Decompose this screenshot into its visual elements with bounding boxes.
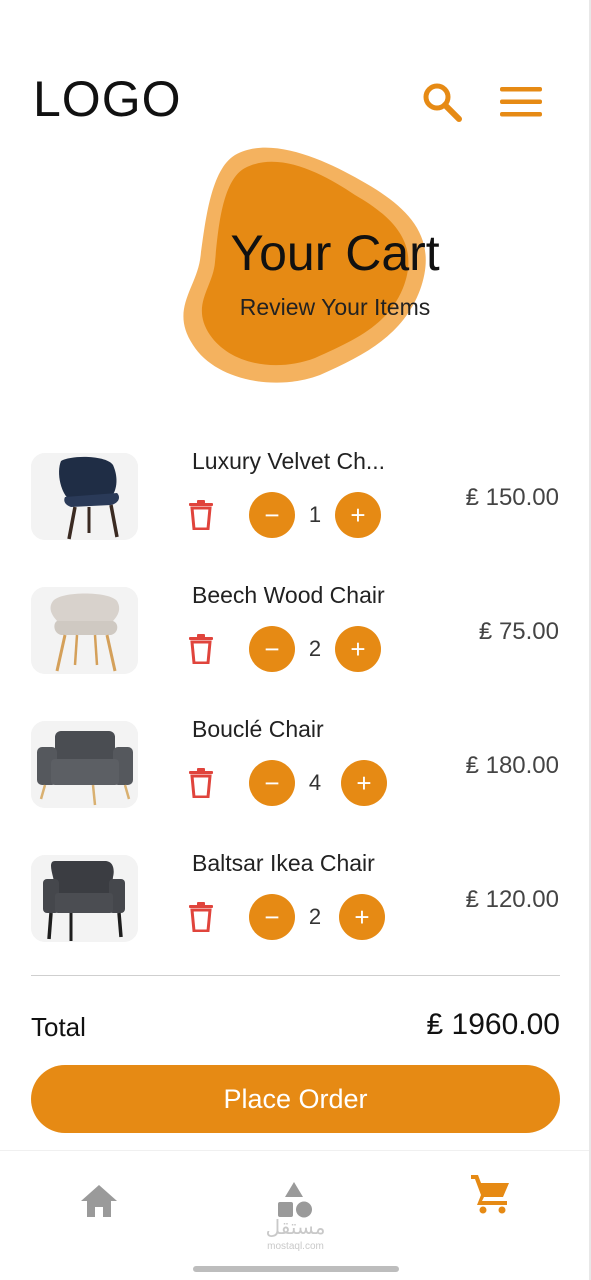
watermark-arabic: مستقل [265,1217,326,1239]
hamburger-menu-icon[interactable] [498,80,542,124]
page-title: Your Cart [230,225,440,281]
increase-quantity-button[interactable]: + [335,626,381,672]
home-icon[interactable] [77,1179,121,1223]
product-image[interactable] [31,721,138,808]
product-price: ₤ 180.00 [465,752,559,779]
grey-armchair-image [31,721,138,808]
decrease-quantity-button[interactable]: − [249,626,295,672]
quantity-value: 2 [308,904,322,929]
cart-item: Luxury Velvet Ch... − 1 + ₤ 150.00 [0,440,591,550]
product-name: Bouclé Chair [192,716,324,742]
search-icon[interactable] [420,80,464,124]
product-price: ₤ 120.00 [465,886,559,913]
total-value: ₤ 1960.00 [426,1008,560,1041]
increase-quantity-button[interactable]: + [341,760,387,806]
product-price: ₤ 150.00 [465,484,559,511]
cart-item: Baltsar Ikea Chair − 2 + ₤ 120.00 [0,842,591,952]
trash-icon[interactable] [188,768,214,798]
product-price: ₤ 75.00 [478,618,559,645]
place-order-button[interactable]: Place Order [31,1065,560,1133]
cart-hero: Your Cart Review Your Items [0,140,591,390]
trash-icon[interactable] [188,500,214,530]
decrease-quantity-button[interactable]: − [249,492,295,538]
trash-icon[interactable] [188,634,214,664]
decrease-quantity-button[interactable]: − [249,894,295,940]
app-header: LOGO [0,0,591,150]
quantity-value: 1 [308,502,322,527]
divider [31,975,560,976]
total-label: Total [31,1012,86,1042]
increase-quantity-button[interactable]: + [335,492,381,538]
decrease-quantity-button[interactable]: − [249,760,295,806]
logo[interactable]: LOGO [33,74,181,124]
home-indicator[interactable] [193,1266,399,1272]
dark-grey-armchair-image [31,855,138,942]
bottom-navigation [0,1150,591,1280]
increase-quantity-button[interactable]: + [339,894,385,940]
cart-item: Bouclé Chair − 4 + ₤ 180.00 [0,708,591,818]
cart-icon[interactable] [469,1171,513,1215]
quantity-value: 4 [308,770,322,795]
product-image[interactable] [31,587,138,674]
product-image[interactable] [31,855,138,942]
quantity-value: 2 [308,636,322,661]
navy-velvet-chair-image [31,453,138,540]
product-name: Beech Wood Chair [192,582,385,608]
trash-icon[interactable] [188,902,214,932]
beige-beech-chair-image [31,587,138,674]
product-image[interactable] [31,453,138,540]
product-name: Luxury Velvet Ch... [192,448,386,474]
page-subtitle: Review Your Items [239,294,431,320]
cart-item: Beech Wood Chair − 2 + ₤ 75.00 [0,574,591,684]
product-name: Baltsar Ikea Chair [192,850,375,876]
watermark-latin: mostaql.com [267,1241,324,1252]
